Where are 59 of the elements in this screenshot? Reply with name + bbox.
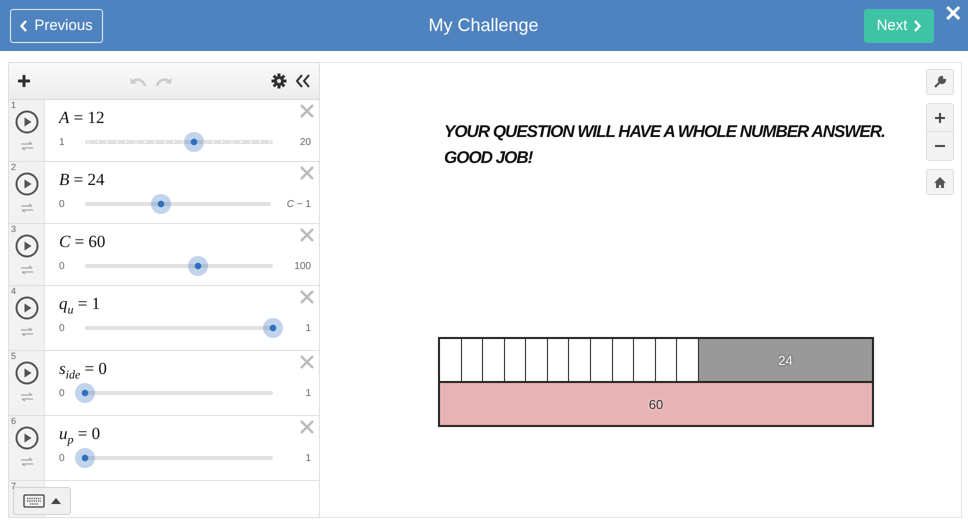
chevron-left-icon [20, 20, 28, 32]
keyboard-icon [23, 494, 45, 508]
slider-max: 1 [304, 388, 311, 398]
slider-thumb[interactable] [151, 194, 172, 214]
slider-max: 1 [304, 452, 311, 464]
slider-thumb[interactable] [75, 383, 95, 403]
keyboard-button[interactable] [13, 487, 71, 515]
slider-formula: B = 24 [59, 170, 104, 191]
wrench-icon[interactable] [926, 69, 954, 95]
play-icon[interactable] [14, 110, 38, 134]
plus-icon [935, 112, 945, 122]
message-text: GOOD JOB! [444, 147, 534, 169]
slider-max: 1 [304, 322, 311, 334]
zoom-in-button[interactable] [926, 103, 954, 132]
row-number: 7 [11, 481, 16, 491]
close-button[interactable]: ✕ [944, 2, 962, 26]
settings-icon[interactable] [271, 73, 287, 89]
slider-formula: q$_{u}$ = 1 [59, 294, 100, 318]
slider-min: 0 [59, 452, 66, 464]
slider-formula: s$_{ide}$ = 0 [59, 359, 107, 383]
message-text: YOUR QUESTION WILL HAVE A WHOLE NUMBER ANSWER. [444, 121, 885, 143]
slider-min: 0 [59, 198, 66, 210]
zoom-out-button[interactable] [926, 132, 954, 161]
slider-formula: C = 60 [59, 232, 106, 253]
slider-thumb[interactable] [188, 256, 208, 276]
slider-min: 1 [59, 136, 66, 148]
next-button[interactable]: Next [864, 8, 934, 42]
slider-thumb[interactable] [263, 318, 283, 338]
slider-min: 0 [59, 260, 66, 272]
slider-min: 0 [59, 388, 66, 398]
slider-formula: A = 12 [59, 108, 104, 129]
row-number: 6 [11, 416, 16, 426]
caret-up-icon [51, 498, 61, 504]
part-bar: 24 [699, 339, 872, 381]
whole-bar: 60 [438, 381, 874, 427]
previous-button[interactable]: Previous [10, 8, 103, 42]
play-icon[interactable] [14, 234, 38, 258]
slider-max: 100 [293, 260, 311, 272]
row-number: 2 [11, 162, 16, 172]
slider-thumb[interactable] [184, 132, 204, 152]
slider-formula: u$_{p}$ = 0 [59, 424, 100, 448]
collapse-icon[interactable] [295, 74, 311, 88]
play-icon[interactable] [14, 426, 38, 450]
slider-max: C − 1 [286, 198, 311, 210]
add-icon[interactable] [17, 74, 31, 88]
minus-icon [935, 145, 945, 147]
play-icon[interactable] [14, 296, 38, 320]
home-icon[interactable] [926, 169, 954, 195]
slider-thumb[interactable] [75, 448, 95, 468]
slider-min: 0 [59, 322, 66, 334]
page-title: My Challenge [427, 15, 540, 36]
row-number: 4 [11, 286, 16, 296]
row-number: 1 [11, 100, 16, 110]
play-icon[interactable] [14, 172, 38, 196]
slider-max: 20 [298, 136, 311, 148]
row-number: 3 [11, 224, 16, 234]
row-number: 5 [11, 351, 16, 361]
chevron-right-icon [913, 20, 922, 32]
play-icon[interactable] [14, 361, 38, 385]
